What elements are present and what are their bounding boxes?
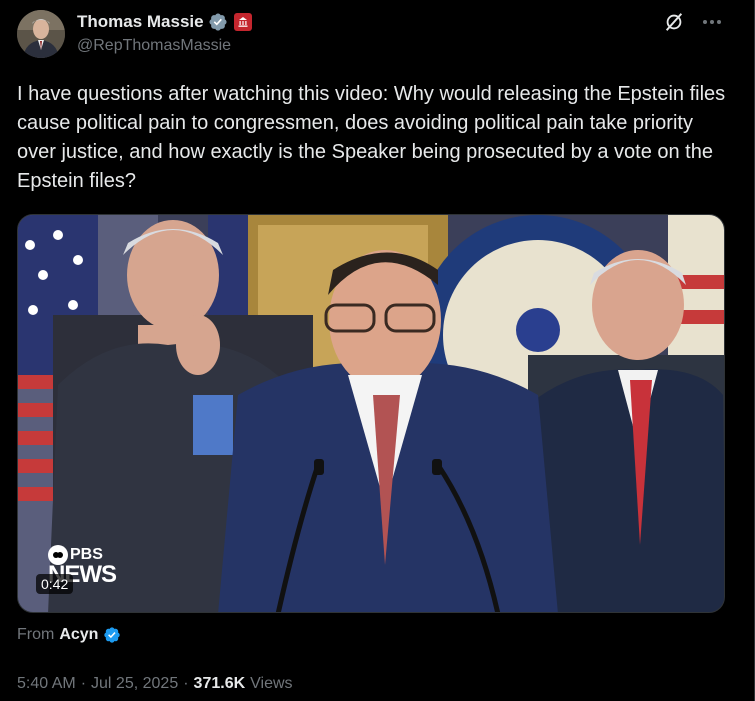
video-attribution: From Acyn xyxy=(17,626,121,644)
verified-badge-icon xyxy=(103,626,121,644)
post-time[interactable]: 5:40 AM xyxy=(17,675,76,693)
views-label: Views xyxy=(250,675,293,692)
post-text: I have questions after watching this vid… xyxy=(17,83,726,192)
video-player[interactable]: PBS NEWS 0:42 xyxy=(17,214,725,613)
author-handle[interactable]: @RepThomasMassie xyxy=(77,37,231,55)
author-name-row: Thomas Massie xyxy=(77,12,252,32)
attribution-prefix: From xyxy=(17,626,55,643)
video-duration: 0:42 xyxy=(36,574,74,594)
views-count: 371.6K xyxy=(193,675,246,692)
author-display-name[interactable]: Thomas Massie xyxy=(77,12,204,32)
verified-badge-icon xyxy=(208,12,228,32)
post-metadata: 5:40 AM · Jul 25, 2025 · 371.6K Views xyxy=(17,675,293,693)
post-date[interactable]: Jul 25, 2025 xyxy=(91,675,178,693)
post-container: Thomas Massie @RepThomasMassie I have qu… xyxy=(0,0,755,701)
meta-separator: · xyxy=(183,675,189,692)
more-options-icon[interactable] xyxy=(700,10,724,34)
post-top-actions xyxy=(662,10,724,34)
avatar[interactable] xyxy=(17,10,65,58)
meta-separator: · xyxy=(80,675,87,692)
government-affiliation-icon xyxy=(233,13,252,31)
grok-icon[interactable] xyxy=(662,10,686,34)
video-thumbnail xyxy=(18,215,724,612)
attribution-name[interactable]: Acyn xyxy=(59,626,98,644)
